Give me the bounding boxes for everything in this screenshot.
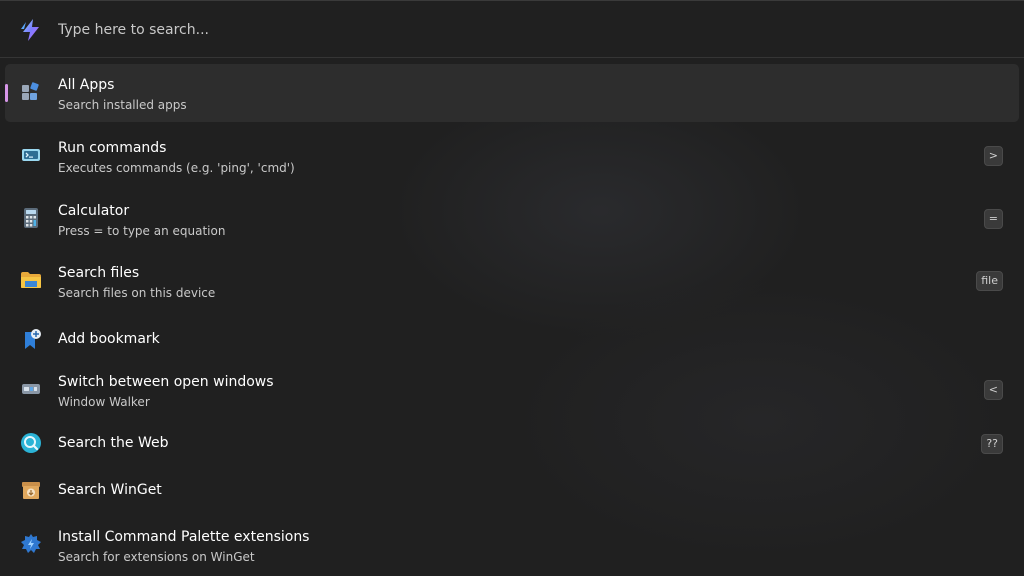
shortcut-badge: > bbox=[983, 146, 1003, 166]
item-title: All Apps bbox=[58, 77, 115, 93]
search-input[interactable] bbox=[58, 17, 958, 43]
item-title: Search the Web bbox=[58, 435, 169, 451]
list-item-switch-windows[interactable]: Switch between open windows Window Walke… bbox=[5, 361, 1019, 419]
bookmark-add-icon bbox=[25, 329, 41, 349]
list-item-calculator[interactable]: Calculator Press = to type an equation = bbox=[5, 190, 1019, 248]
item-title: Calculator bbox=[58, 203, 130, 219]
item-subtitle: Press = to type an equation bbox=[58, 224, 226, 238]
item-subtitle: Search files on this device bbox=[58, 286, 216, 300]
list-item-search-winget[interactable]: Search WinGet bbox=[5, 462, 1019, 520]
folder-icon bbox=[21, 272, 41, 288]
shortcut-badge: < bbox=[983, 380, 1003, 400]
all-apps-icon bbox=[22, 82, 39, 100]
calculator-icon bbox=[24, 208, 38, 228]
item-title: Switch between open windows bbox=[58, 374, 274, 390]
item-title: Run commands bbox=[58, 140, 167, 156]
list-item-search-files[interactable]: Search files Search files on this device… bbox=[5, 252, 1019, 310]
list-item-run-commands[interactable]: Run commands Executes commands (e.g. 'pi… bbox=[5, 127, 1019, 185]
terminal-icon bbox=[22, 149, 40, 161]
extensions-icon bbox=[21, 534, 41, 553]
shortcut-badge: = bbox=[983, 209, 1003, 229]
item-subtitle: Window Walker bbox=[58, 395, 150, 409]
shortcut-badge: file bbox=[976, 271, 1003, 291]
item-title: Search files bbox=[58, 265, 140, 281]
item-title: Add bookmark bbox=[58, 331, 160, 347]
item-title: Install Command Palette extensions bbox=[58, 529, 310, 545]
item-subtitle: Search for extensions on WinGet bbox=[58, 550, 255, 564]
web-search-icon bbox=[21, 433, 41, 453]
list-item-install-extensions[interactable]: Install Command Palette extensions Searc… bbox=[5, 516, 1019, 574]
list-item-all-apps[interactable]: All Apps Search installed apps bbox=[5, 64, 1019, 122]
item-title: Search WinGet bbox=[58, 482, 162, 498]
item-subtitle: Executes commands (e.g. 'ping', 'cmd') bbox=[58, 161, 295, 175]
window-switch-icon bbox=[22, 384, 40, 394]
command-palette-window: All Apps Search installed apps Run comma… bbox=[0, 0, 1024, 576]
search-bar bbox=[0, 1, 1024, 58]
item-subtitle: Search installed apps bbox=[58, 98, 187, 112]
selection-indicator bbox=[5, 84, 8, 102]
shortcut-badge: ?? bbox=[981, 434, 1003, 454]
lightning-bolt-icon bbox=[21, 19, 39, 41]
winget-box-icon bbox=[22, 482, 40, 499]
